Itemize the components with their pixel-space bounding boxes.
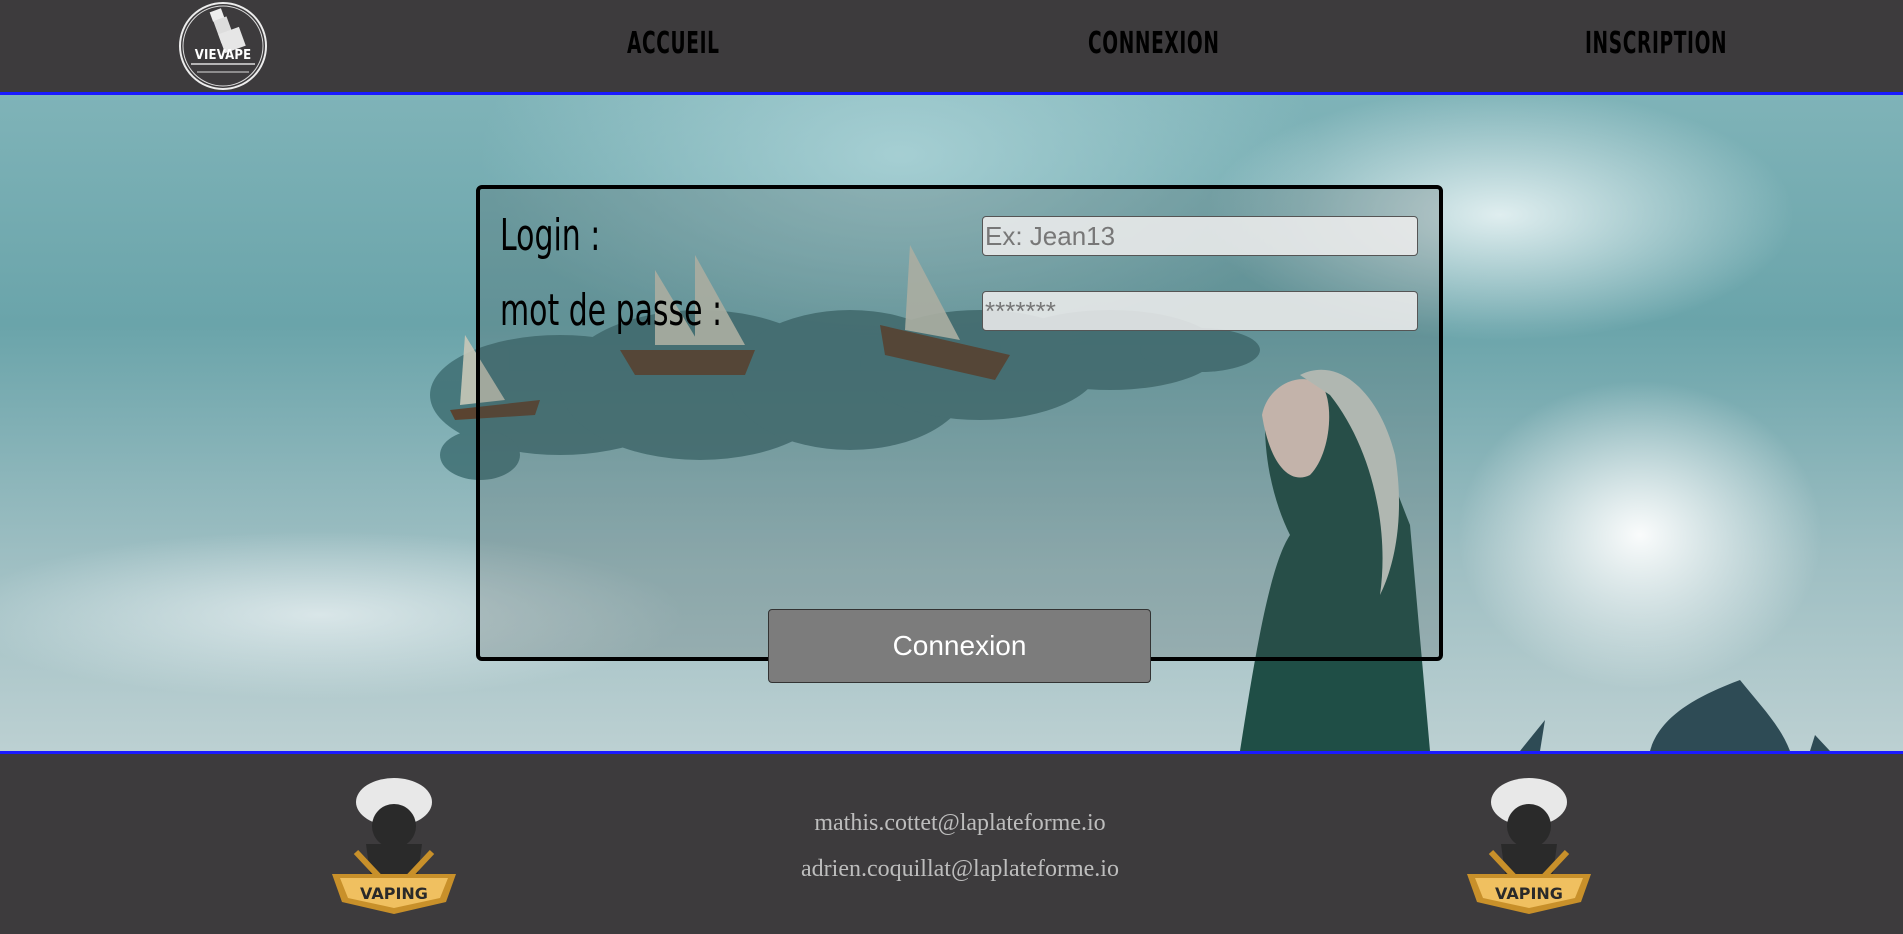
vaping-badge-icon-left: VAPING — [326, 774, 462, 919]
footer-email-adrien: adrien.coquillat@laplateforme.io — [801, 856, 1119, 882]
nav-connexion[interactable]: CONNEXION — [1088, 24, 1220, 64]
logo-text: VIEVAPE — [194, 48, 252, 63]
password-label: mot de passe : — [500, 285, 723, 336]
badge-text: VAPING — [1495, 884, 1563, 903]
badge-text: VAPING — [360, 884, 428, 903]
footer-email-mathis: mathis.cottet@laplateforme.io — [814, 810, 1106, 836]
login-label: Login : — [500, 210, 601, 261]
vievape-logo[interactable]: VIEVAPE — [179, 2, 267, 90]
login-input[interactable] — [982, 216, 1418, 256]
vaping-badge-icon-right: VAPING — [1461, 774, 1597, 919]
vape-device-icon — [182, 5, 264, 87]
nav-inscription[interactable]: INSCRIPTION — [1585, 24, 1727, 64]
site-footer: VAPING mathis.cottet@laplateforme.io adr… — [0, 754, 1903, 934]
login-panel — [476, 185, 1443, 661]
password-input[interactable] — [982, 291, 1418, 331]
site-header: VIEVAPE ACCUEIL CONNEXION INSCRIPTION — [0, 0, 1903, 95]
connexion-submit-button[interactable]: Connexion — [768, 609, 1151, 683]
nav-accueil[interactable]: ACCUEIL — [627, 24, 720, 64]
driftwood-shape — [1520, 680, 1830, 751]
